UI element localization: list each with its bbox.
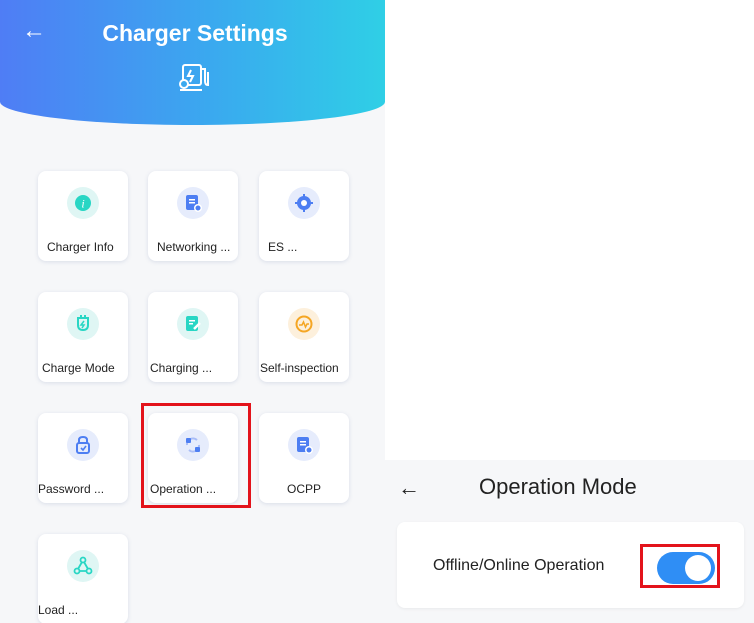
svg-text:i: i (81, 197, 84, 211)
network-nodes-icon (67, 550, 99, 582)
tile-label: Networking ... (157, 240, 231, 254)
tile-label: ES ... (268, 240, 298, 254)
back-arrow-icon[interactable]: ← (398, 475, 420, 501)
tile-es[interactable]: ES ... (259, 171, 349, 261)
tile-label: OCPP (286, 482, 321, 496)
plug-icon (67, 308, 99, 340)
gear-icon (288, 187, 320, 219)
tile-label: Load ... (38, 603, 79, 617)
tile-load[interactable]: Load ... (38, 534, 128, 623)
document-settings-icon (288, 429, 320, 461)
highlight-box (640, 544, 720, 588)
tile-password[interactable]: Password ... (38, 413, 128, 503)
charger-settings-icon (179, 64, 209, 91)
info-icon: i (67, 187, 99, 219)
tile-charging[interactable]: Charging ... (148, 292, 238, 382)
operation-mode-screen: ← Operation Mode Offline/Online Operatio… (385, 460, 754, 623)
tile-label: Password ... (38, 482, 105, 496)
tile-self-inspection[interactable]: Self-inspection (259, 292, 349, 382)
tile-ocpp[interactable]: OCPP (259, 413, 349, 503)
header: ← Charger Settings (0, 0, 385, 125)
tile-label: Charge Mode (42, 361, 115, 375)
document-edit-icon (177, 308, 209, 340)
tile-label: Charging ... (150, 361, 213, 375)
tile-charger-info[interactable]: i Charger Info (38, 171, 128, 261)
offline-online-label: Offline/Online Operation (433, 557, 605, 574)
tile-label: Charger Info (47, 240, 114, 254)
charger-settings-screen: ← Charger Settings i Charger Info Networ… (0, 0, 385, 623)
page-title: Charger Settings (102, 20, 288, 46)
document-settings-icon (177, 187, 209, 219)
tile-charge-mode[interactable]: Charge Mode (38, 292, 128, 382)
diagnostics-icon (288, 308, 320, 340)
tile-networking[interactable]: Networking ... (148, 171, 238, 261)
lock-icon (67, 429, 99, 461)
highlight-box (141, 403, 251, 508)
tile-label: Self-inspection (260, 361, 339, 375)
page-title: Operation Mode (479, 474, 637, 499)
